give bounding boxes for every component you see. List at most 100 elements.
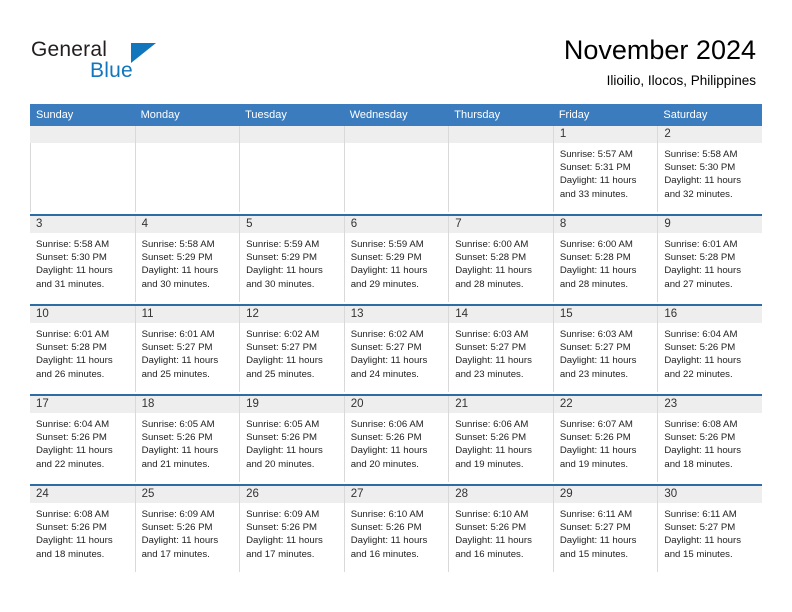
calendar-day-cell[interactable]: 15 Sunrise: 6:03 AM Sunset: 5:27 PM Dayligh…	[552, 304, 658, 395]
calendar-day-cell[interactable]: 22 Sunrise: 6:07 AM Sunset: 5:26 PM Dayligh…	[552, 394, 658, 485]
day-number: 14	[448, 306, 553, 323]
day-number: 6	[343, 216, 449, 233]
calendar-day-cell[interactable]: 27 Sunrise: 6:10 AM Sunset: 5:26 PM Dayligh…	[343, 484, 449, 574]
calendar-day-cell[interactable]: 10 Sunrise: 6:01 AM Sunset: 5:28 PM Dayligh…	[30, 304, 135, 395]
calendar-day-cell[interactable]: 25 Sunrise: 6:09 AM Sunset: 5:26 PM Dayligh…	[134, 484, 240, 574]
sunrise-time: Sunrise: 5:58 AM	[664, 149, 738, 160]
logo-text-blue: Blue	[90, 59, 133, 82]
day-detail: Sunrise: 5:58 AM Sunset: 5:29 PM Daylight:…	[134, 233, 240, 302]
day-number: 1	[552, 126, 658, 143]
day-number: 11	[134, 306, 240, 323]
daylight-duration-line1: Daylight: 11 hours	[36, 445, 113, 457]
calendar-day-cell[interactable]: 23 Sunrise: 6:08 AM Sunset: 5:26 PM Dayligh…	[657, 394, 762, 485]
daylight-duration-line2: and 28 minutes.	[559, 278, 629, 290]
calendar-week-row: 24 Sunrise: 6:08 AM Sunset: 5:26 PM Dayligh…	[30, 484, 762, 574]
sunset-time: Sunset: 5:26 PM	[350, 522, 422, 534]
daylight-duration-line2: and 32 minutes.	[664, 188, 733, 200]
daylight-duration-line1: Daylight: 11 hours	[664, 355, 741, 367]
daylight-duration-line1: Daylight: 11 hours	[559, 535, 637, 547]
day-number: 19	[239, 396, 344, 413]
weekday-header-monday: Monday	[134, 104, 240, 126]
sunset-time: Sunset: 5:27 PM	[246, 342, 318, 354]
sunrise-time: Sunrise: 6:11 AM	[559, 509, 633, 520]
sunset-time: Sunset: 5:27 PM	[350, 342, 422, 354]
day-detail: Sunrise: 6:01 AM Sunset: 5:28 PM Daylight:…	[657, 233, 762, 302]
daylight-duration-line2: and 22 minutes.	[664, 368, 733, 380]
day-number	[134, 126, 240, 143]
day-detail: Sunrise: 6:01 AM Sunset: 5:28 PM Daylight:…	[30, 323, 135, 392]
calendar-day-cell[interactable]: 3 Sunrise: 5:58 AM Sunset: 5:30 PM Daylight…	[30, 214, 135, 305]
daylight-duration-line1: Daylight: 11 hours	[36, 535, 113, 547]
day-detail: Sunrise: 6:10 AM Sunset: 5:26 PM Daylight:…	[448, 503, 553, 572]
calendar-day-cell[interactable]: 18 Sunrise: 6:05 AM Sunset: 5:26 PM Dayligh…	[134, 394, 240, 485]
sunrise-time: Sunrise: 6:06 AM	[455, 419, 529, 430]
calendar-day-cell[interactable]: 13 Sunrise: 6:02 AM Sunset: 5:27 PM Dayligh…	[343, 304, 449, 395]
sunset-time: Sunset: 5:26 PM	[246, 432, 318, 444]
sunrise-time: Sunrise: 6:06 AM	[350, 419, 424, 430]
sunset-time: Sunset: 5:26 PM	[455, 432, 527, 444]
day-detail	[134, 143, 240, 212]
calendar-day-cell[interactable]: 30 Sunrise: 6:11 AM Sunset: 5:27 PM Dayligh…	[657, 484, 762, 574]
calendar-day-cell[interactable]: 24 Sunrise: 6:08 AM Sunset: 5:26 PM Dayligh…	[30, 484, 135, 574]
daylight-duration-line1: Daylight: 11 hours	[559, 445, 637, 457]
calendar-day-cell[interactable]: 14 Sunrise: 6:03 AM Sunset: 5:27 PM Dayligh…	[448, 304, 553, 395]
daylight-duration-line1: Daylight: 11 hours	[455, 355, 532, 367]
calendar-day-cell[interactable]: 8 Sunrise: 6:00 AM Sunset: 5:28 PM Daylight…	[552, 214, 658, 305]
calendar-day-cell[interactable]: 4 Sunrise: 5:58 AM Sunset: 5:29 PM Daylight…	[134, 214, 240, 305]
calendar-day-cell[interactable]: 9 Sunrise: 6:01 AM Sunset: 5:28 PM Daylight…	[657, 214, 762, 305]
brand-logo[interactable]: General Blue	[31, 38, 211, 90]
calendar-day-cell[interactable]: 1 Sunrise: 5:57 AM Sunset: 5:31 PM Daylight…	[552, 126, 658, 215]
day-number: 25	[134, 486, 240, 503]
calendar-day-cell[interactable]: 29 Sunrise: 6:11 AM Sunset: 5:27 PM Dayligh…	[552, 484, 658, 574]
day-detail: Sunrise: 6:09 AM Sunset: 5:26 PM Daylight:…	[134, 503, 240, 572]
daylight-duration-line2: and 25 minutes.	[141, 368, 210, 380]
calendar-day-cell[interactable]: 28 Sunrise: 6:10 AM Sunset: 5:26 PM Dayligh…	[448, 484, 553, 574]
daylight-duration-line1: Daylight: 11 hours	[246, 355, 323, 367]
day-detail: Sunrise: 6:04 AM Sunset: 5:26 PM Daylight:…	[657, 323, 762, 392]
sunset-time: Sunset: 5:27 PM	[559, 522, 631, 534]
sunrise-time: Sunrise: 5:58 AM	[36, 239, 110, 250]
calendar-day-cell[interactable]: 2 Sunrise: 5:58 AM Sunset: 5:30 PM Daylight…	[657, 126, 762, 215]
daylight-duration-line1: Daylight: 11 hours	[141, 535, 219, 547]
sunrise-time: Sunrise: 6:07 AM	[559, 419, 633, 430]
calendar-day-cell[interactable]: 26 Sunrise: 6:09 AM Sunset: 5:26 PM Dayligh…	[239, 484, 344, 574]
day-detail: Sunrise: 5:58 AM Sunset: 5:30 PM Daylight:…	[30, 233, 135, 302]
sunset-time: Sunset: 5:26 PM	[246, 522, 318, 534]
sunrise-time: Sunrise: 6:10 AM	[455, 509, 529, 520]
sunset-time: Sunset: 5:27 PM	[455, 342, 527, 354]
day-detail: Sunrise: 6:08 AM Sunset: 5:26 PM Daylight:…	[30, 503, 135, 572]
day-detail	[239, 143, 344, 212]
calendar-day-cell[interactable]: 11 Sunrise: 6:01 AM Sunset: 5:27 PM Dayligh…	[134, 304, 240, 395]
day-number: 5	[239, 216, 344, 233]
day-number	[448, 126, 553, 143]
calendar-day-cell[interactable]: 16 Sunrise: 6:04 AM Sunset: 5:26 PM Dayligh…	[657, 304, 762, 395]
calendar-day-cell[interactable]: 21 Sunrise: 6:06 AM Sunset: 5:26 PM Dayligh…	[448, 394, 553, 485]
title-block: November 2024 Ilioilio, Ilocos, Philippi…	[336, 34, 756, 90]
calendar-day-cell[interactable]: 19 Sunrise: 6:05 AM Sunset: 5:26 PM Dayligh…	[239, 394, 344, 485]
day-detail: Sunrise: 6:06 AM Sunset: 5:26 PM Daylight:…	[343, 413, 449, 482]
calendar-cell-empty	[134, 126, 240, 215]
calendar-day-cell[interactable]: 5 Sunrise: 5:59 AM Sunset: 5:29 PM Daylight…	[239, 214, 344, 305]
day-number: 10	[30, 306, 135, 323]
daylight-duration-line1: Daylight: 11 hours	[141, 355, 219, 367]
calendar-day-cell[interactable]: 20 Sunrise: 6:06 AM Sunset: 5:26 PM Dayligh…	[343, 394, 449, 485]
day-detail: Sunrise: 6:00 AM Sunset: 5:28 PM Daylight:…	[448, 233, 553, 302]
calendar-day-cell[interactable]: 17 Sunrise: 6:04 AM Sunset: 5:26 PM Dayligh…	[30, 394, 135, 485]
calendar-day-cell[interactable]: 6 Sunrise: 5:59 AM Sunset: 5:29 PM Daylight…	[343, 214, 449, 305]
day-number: 15	[552, 306, 658, 323]
daylight-duration-line2: and 21 minutes.	[141, 458, 210, 470]
daylight-duration-line2: and 30 minutes.	[141, 278, 210, 290]
daylight-duration-line1: Daylight: 11 hours	[664, 265, 741, 277]
day-number: 23	[657, 396, 762, 413]
calendar-day-cell[interactable]: 7 Sunrise: 6:00 AM Sunset: 5:28 PM Daylight…	[448, 214, 553, 305]
daylight-duration-line1: Daylight: 11 hours	[246, 535, 323, 547]
daylight-duration-line1: Daylight: 11 hours	[350, 535, 428, 547]
calendar-day-cell[interactable]: 12 Sunrise: 6:02 AM Sunset: 5:27 PM Dayligh…	[239, 304, 344, 395]
sunset-time: Sunset: 5:26 PM	[455, 522, 527, 534]
weekday-header-saturday: Saturday	[657, 104, 762, 126]
page-subtitle: Ilioilio, Ilocos, Philippines	[606, 73, 756, 88]
daylight-duration-line1: Daylight: 11 hours	[559, 355, 637, 367]
sunrise-time: Sunrise: 6:09 AM	[141, 509, 215, 520]
day-detail: Sunrise: 5:58 AM Sunset: 5:30 PM Daylight:…	[657, 143, 762, 212]
sunset-time: Sunset: 5:26 PM	[664, 432, 736, 444]
